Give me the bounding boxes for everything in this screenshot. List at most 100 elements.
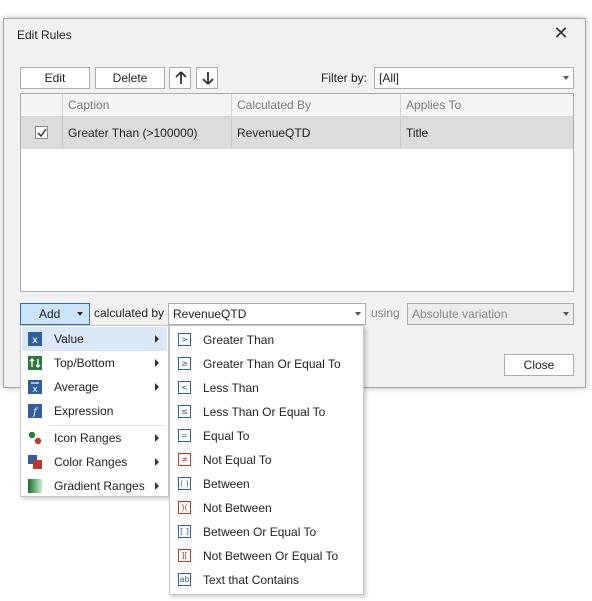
less-than-or-equal-icon: ≤ [178, 405, 191, 418]
row-applies-to: Title [406, 126, 429, 140]
greater-than-icon: > [178, 333, 191, 346]
not-equal-to-icon: ≠ [178, 453, 191, 466]
move-down-button[interactable] [196, 67, 218, 89]
menu-item-average[interactable]: x Average [22, 375, 167, 399]
submenu-item-not-between[interactable]: )( Not Between [171, 496, 362, 520]
grid-header-applies-to[interactable]: Applies To [401, 94, 573, 117]
submenu-item-label: Greater Than Or Equal To [203, 357, 341, 371]
menu-item-label: Gradient Ranges [54, 479, 145, 493]
chevron-down-icon [563, 76, 569, 80]
menu-item-expression[interactable]: f Expression [22, 399, 167, 423]
chevron-down-icon [77, 312, 83, 316]
chevron-right-icon [155, 383, 159, 391]
value-submenu: > Greater Than ≥ Greater Than Or Equal T… [169, 325, 364, 595]
submenu-item-between-or-equal[interactable]: [ ] Between Or Equal To [171, 520, 362, 544]
menu-item-top-bottom[interactable]: Top/Bottom [22, 351, 167, 375]
using-value: Absolute variation [412, 307, 508, 321]
icon-ranges-icon [28, 431, 42, 445]
submenu-item-label: Equal To [203, 429, 250, 443]
add-label: Add [39, 307, 61, 321]
submenu-item-label: Between [203, 477, 250, 491]
menu-item-label: Value [54, 332, 84, 346]
equal-to-icon: = [178, 429, 191, 442]
rules-grid: Caption Calculated By Applies To Greater… [20, 93, 574, 292]
text-contains-icon: ab [178, 573, 191, 586]
submenu-item-greater-than-or-equal[interactable]: ≥ Greater Than Or Equal To [171, 352, 362, 376]
menu-item-value[interactable]: x Value [22, 327, 167, 351]
delete-button[interactable]: Delete [95, 67, 165, 89]
submenu-item-equal-to[interactable]: = Equal To [171, 424, 362, 448]
filter-label: Filter by: [321, 71, 368, 85]
greater-than-or-equal-icon: ≥ [178, 357, 191, 370]
chevron-down-icon [563, 312, 569, 316]
calculated-by-select[interactable]: RevenueQTD [168, 303, 366, 325]
submenu-item-label: Not Between Or Equal To [203, 549, 339, 563]
grid-header-calculated-by[interactable]: Calculated By [232, 94, 401, 117]
submenu-item-label: Text that Contains [203, 573, 300, 587]
submenu-item-not-between-or-equal[interactable]: ][ Not Between Or Equal To [171, 544, 362, 568]
edit-button[interactable]: Edit [20, 67, 90, 89]
submenu-item-label: Not Equal To [203, 453, 272, 467]
dialog-title: Edit Rules [17, 28, 72, 42]
submenu-item-label: Not Between [203, 501, 272, 515]
menu-item-gradient-ranges[interactable]: Gradient Ranges [22, 474, 167, 498]
checkmark-icon [37, 128, 47, 138]
submenu-item-between[interactable]: ( ) Between [171, 472, 362, 496]
menu-item-color-ranges[interactable]: Color Ranges [22, 450, 167, 474]
using-select[interactable]: Absolute variation [407, 303, 574, 325]
chevron-right-icon [155, 458, 159, 466]
between-or-equal-icon: [ ] [178, 525, 191, 538]
menu-item-label: Top/Bottom [54, 356, 115, 370]
close-icon[interactable]: ✕ [551, 23, 571, 43]
submenu-item-greater-than[interactable]: > Greater Than [171, 328, 362, 352]
gradient-ranges-icon [28, 479, 42, 493]
filter-value: [All] [379, 71, 400, 85]
menu-item-label: Average [54, 380, 99, 394]
submenu-item-less-than[interactable]: < Less Than [171, 376, 362, 400]
submenu-item-label: Less Than [203, 381, 259, 395]
arrow-down-icon [202, 72, 214, 85]
not-between-icon: )( [178, 501, 191, 514]
filter-select[interactable]: [All] [374, 67, 574, 89]
menu-item-label: Icon Ranges [54, 431, 122, 445]
table-row[interactable]: Greater Than (>100000) RevenueQTD Title [21, 117, 573, 149]
row-caption: Greater Than (>100000) [63, 117, 232, 149]
color-ranges-icon [28, 455, 42, 469]
top-bottom-icon [28, 356, 42, 370]
calculated-by-label: calculated by [94, 306, 165, 320]
submenu-item-less-than-or-equal[interactable]: ≤ Less Than Or Equal To [171, 400, 362, 424]
add-button[interactable]: Add [20, 303, 90, 325]
submenu-item-label: Less Than Or Equal To [203, 405, 326, 419]
svg-text:x: x [32, 385, 38, 394]
submenu-item-label: Greater Than [203, 333, 275, 347]
add-menu: x Value Top/Bottom x Average f Expressio… [20, 325, 169, 497]
move-up-button[interactable] [169, 67, 191, 89]
using-label: using [371, 306, 400, 320]
menu-item-icon-ranges[interactable]: Icon Ranges [22, 426, 167, 450]
grid-header-caption[interactable]: Caption [63, 94, 232, 117]
average-icon: x [28, 380, 42, 394]
submenu-item-label: Between Or Equal To [203, 525, 317, 539]
close-button[interactable]: Close [504, 354, 574, 376]
menu-item-label: Expression [54, 404, 114, 418]
row-checkbox[interactable] [35, 126, 48, 139]
chevron-right-icon [155, 482, 159, 490]
expression-icon: f [28, 404, 42, 418]
chevron-right-icon [155, 335, 159, 343]
chevron-right-icon [155, 359, 159, 367]
menu-item-label: Color Ranges [54, 455, 128, 469]
arrow-up-icon [175, 71, 187, 84]
chevron-down-icon [355, 312, 361, 316]
grid-header-check [21, 94, 63, 117]
between-icon: ( ) [178, 477, 191, 490]
submenu-item-not-equal-to[interactable]: ≠ Not Equal To [171, 448, 362, 472]
chevron-right-icon [155, 434, 159, 442]
value-icon: x [28, 332, 42, 346]
submenu-item-text-contains[interactable]: ab Text that Contains [171, 568, 362, 592]
row-calculated-by: RevenueQTD [232, 117, 401, 149]
not-between-or-equal-icon: ][ [178, 549, 191, 562]
svg-text:x: x [32, 335, 38, 346]
less-than-icon: < [178, 381, 191, 394]
row-check-cell [21, 117, 63, 149]
calculated-by-value: RevenueQTD [173, 307, 247, 321]
